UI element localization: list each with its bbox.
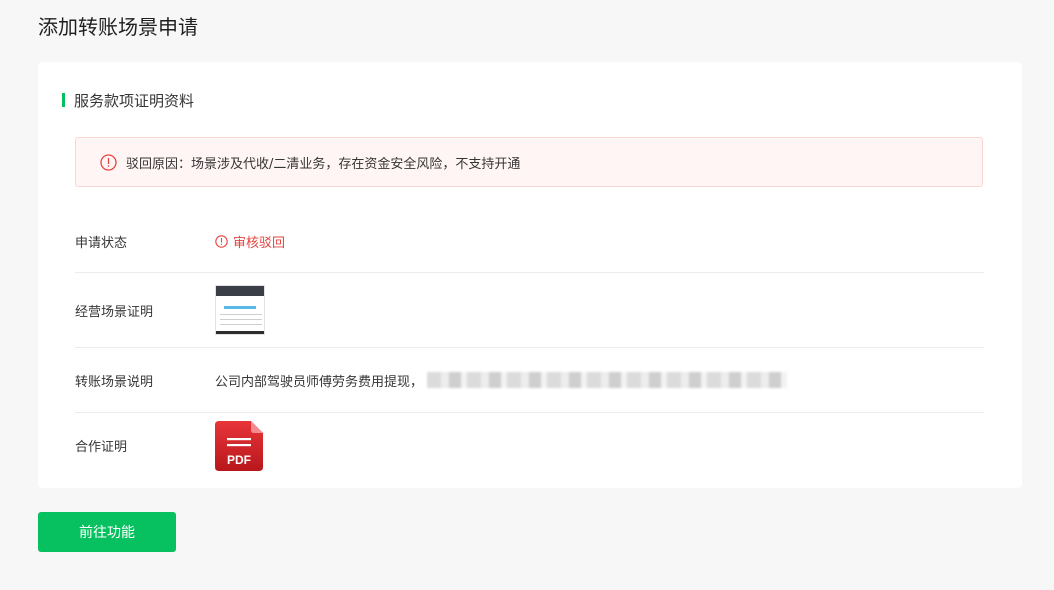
coop-proof-label: 合作证明: [75, 440, 128, 455]
section-accent-bar: [62, 93, 65, 107]
status-value: 审核驳回: [215, 232, 285, 251]
scene-proof-value: [215, 285, 265, 335]
row-coop-proof: 合作证明 PDF: [75, 413, 984, 478]
status-label: 申请状态: [75, 235, 128, 251]
scene-proof-thumbnail[interactable]: [215, 285, 265, 335]
reject-reason-text: 驳回原因：场景涉及代收/二清业务，存在资金安全风险，不支持开通: [126, 156, 521, 172]
scene-proof-label: 经营场景证明: [75, 304, 154, 320]
section-header: 服务款项证明资料: [62, 90, 194, 110]
reject-alert: 驳回原因：场景涉及代收/二清业务，存在资金安全风险，不支持开通: [75, 137, 983, 187]
exclamation-circle-icon: [100, 153, 117, 171]
row-scene-desc: 转账场景说明 公司内部驾驶员师傅劳务费用提现，: [75, 348, 984, 413]
redacted-text: [427, 372, 788, 388]
pdf-file-icon[interactable]: PDF: [215, 420, 263, 471]
pdf-badge-text: PDF: [227, 452, 251, 467]
exclamation-circle-icon: [215, 234, 228, 248]
scene-desc-label: 转账场景说明: [75, 374, 154, 390]
scene-desc-text: 公司内部驾驶员师傅劳务费用提现，: [215, 374, 424, 390]
go-to-feature-button[interactable]: 前往功能: [38, 512, 176, 552]
status-badge: 审核驳回: [233, 235, 286, 251]
scene-desc-value: 公司内部驾驶员师傅劳务费用提现，: [215, 371, 788, 390]
coop-proof-value: PDF: [215, 420, 263, 471]
section-title: 服务款项证明资料: [74, 91, 195, 110]
detail-rows: 申请状态 审核驳回 经营场景证明 转账场景说明 公司内部驾驶员师傅劳务费用提现，…: [75, 210, 984, 478]
info-card: 服务款项证明资料 驳回原因：场景涉及代收/二清业务，存在资金安全风险，不支持开通…: [38, 62, 1022, 488]
page-title: 添加转账场景申请: [38, 15, 198, 39]
row-scene-proof: 经营场景证明: [75, 273, 984, 348]
row-status: 申请状态 审核驳回: [75, 210, 984, 273]
